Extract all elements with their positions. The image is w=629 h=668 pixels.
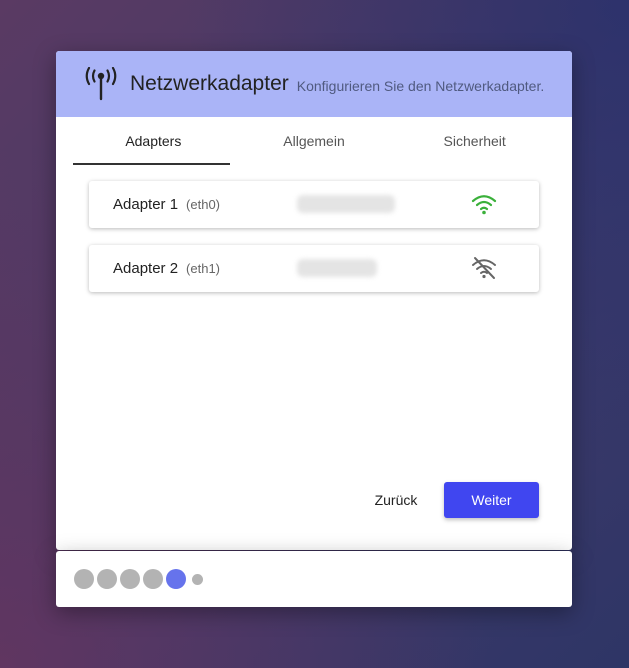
progress-dot-3: [120, 569, 140, 589]
progress-dot-6: [192, 574, 203, 585]
tab-allgemein[interactable]: Allgemein: [234, 117, 395, 165]
adapter-interface: (eth0): [186, 197, 221, 212]
back-button[interactable]: Zurück: [366, 482, 426, 518]
progress-dot-2: [97, 569, 117, 589]
adapter-item-2[interactable]: Adapter 2 (eth1): [89, 245, 539, 292]
active-tab-indicator: [73, 163, 230, 165]
tab-bar: Adapters Allgemein Sicherheit: [73, 117, 555, 165]
progress-dot-4: [143, 569, 163, 589]
wifi-off-icon: [471, 256, 497, 280]
adapter-name: Adapter 2: [113, 260, 179, 277]
page-title: Netzwerkadapter: [130, 72, 289, 95]
wizard-header: Netzwerkadapter Konfigurieren Sie den Ne…: [56, 51, 572, 117]
progress-dot-1: [74, 569, 94, 589]
progress-dot-current: [166, 569, 186, 589]
adapter-address-redacted: [297, 195, 395, 213]
antenna-icon: [82, 67, 120, 101]
wizard-card: Netzwerkadapter Konfigurieren Sie den Ne…: [56, 51, 572, 550]
wizard-progress-footer: [56, 551, 572, 607]
page-subtitle: Konfigurieren Sie den Netzwerkadapter.: [296, 78, 545, 94]
adapter-name: Adapter 1: [113, 196, 179, 213]
adapter-address-redacted: [297, 259, 377, 277]
tab-sicherheit[interactable]: Sicherheit: [394, 117, 555, 165]
wifi-icon: [471, 192, 497, 216]
adapter-item-1[interactable]: Adapter 1 (eth0): [89, 181, 539, 228]
tab-adapters[interactable]: Adapters: [73, 117, 234, 165]
next-button[interactable]: Weiter: [444, 482, 539, 518]
adapter-interface: (eth1): [186, 261, 221, 276]
